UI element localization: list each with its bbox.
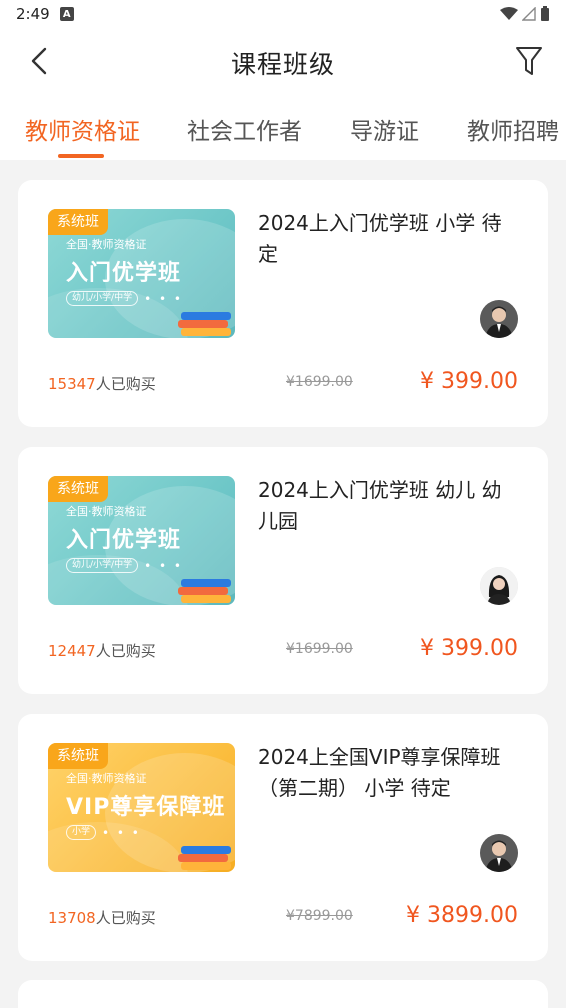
- course-card[interactable]: [18, 980, 548, 1008]
- cover-subtitle: 全国·教师资格证: [66, 238, 147, 251]
- category-tabs: 教师资格证 社会工作者 导游证 教师招聘: [0, 96, 566, 160]
- buyer-count: 15347人已购买: [48, 375, 156, 393]
- course-cover-image: 系统班 全国·教师资格证 VIP尊享保障班 小学 • • •: [48, 743, 235, 872]
- course-card[interactable]: 系统班 全国·教师资格证 入门优学班 幼儿/小学/中学 • • • 2024上入…: [18, 180, 548, 427]
- tab-teacher-qualification[interactable]: 教师资格证: [25, 112, 140, 146]
- cover-level-pill: 小学: [66, 825, 97, 840]
- buyer-count: 13708人已购买: [48, 909, 156, 927]
- cover-title: 入门优学班: [66, 261, 182, 286]
- cover-dots: • • •: [102, 825, 141, 840]
- course-type-tag: 系统班: [48, 743, 108, 769]
- page-title: 课程班级: [230, 50, 335, 79]
- cover-title: VIP尊享保障班: [66, 795, 226, 820]
- notification-icon: A: [59, 7, 74, 21]
- original-price: ¥1699.00: [286, 641, 353, 657]
- course-card[interactable]: 系统班 全国·教师资格证 VIP尊享保障班 小学 • • • 2024上全国VI…: [18, 714, 548, 961]
- original-price: ¥7899.00: [286, 908, 353, 924]
- sale-price: ¥ 3899.00: [406, 903, 518, 928]
- course-card[interactable]: 系统班 全国·教师资格证 入门优学班 幼儿/小学/中学 • • • 2024上入…: [18, 447, 548, 694]
- wifi-icon: [500, 7, 518, 20]
- course-title: 2024上全国VIP尊享保障班（第二期） 小学 待定: [258, 745, 501, 800]
- tab-teacher-recruitment[interactable]: 教师招聘: [467, 112, 559, 146]
- sale-price: ¥ 399.00: [420, 636, 518, 661]
- teacher-avatar: [480, 834, 518, 872]
- active-tab-indicator: [58, 154, 104, 158]
- course-title: 2024上入门优学班 小学 待定: [258, 211, 502, 266]
- teacher-avatar: [480, 567, 518, 605]
- signal-icon: [522, 7, 536, 21]
- original-price: ¥1699.00: [286, 374, 353, 390]
- books-icon: [177, 842, 231, 870]
- filter-icon: [516, 47, 542, 75]
- course-cover-image: 系统班 全国·教师资格证 入门优学班 幼儿/小学/中学 • • •: [48, 476, 235, 605]
- books-icon: [177, 308, 231, 336]
- cover-level-pill: 幼儿/小学/中学: [66, 291, 139, 306]
- battery-icon: [541, 6, 549, 21]
- buyer-count: 12447人已购买: [48, 642, 156, 660]
- cover-subtitle: 全国·教师资格证: [66, 505, 147, 518]
- course-title: 2024上入门优学班 幼儿 幼儿园: [258, 478, 502, 533]
- course-type-tag: 系统班: [48, 476, 108, 502]
- sale-price: ¥ 399.00: [420, 369, 518, 394]
- status-bar: 2:49 A: [0, 0, 566, 28]
- status-time: 2:49: [16, 5, 50, 23]
- books-icon: [177, 575, 231, 603]
- tab-social-worker[interactable]: 社会工作者: [187, 112, 302, 146]
- app-header: 课程班级: [0, 28, 566, 96]
- course-type-tag: 系统班: [48, 209, 108, 235]
- cover-dots: • • •: [144, 291, 183, 306]
- cover-dots: • • •: [144, 558, 183, 573]
- filter-button[interactable]: [512, 42, 546, 80]
- cover-level-pill: 幼儿/小学/中学: [66, 558, 139, 573]
- cover-subtitle: 全国·教师资格证: [66, 772, 147, 785]
- tab-tour-guide[interactable]: 导游证: [350, 112, 419, 146]
- course-cover-image: 系统班 全国·教师资格证 入门优学班 幼儿/小学/中学 • • •: [48, 209, 235, 338]
- cover-title: 入门优学班: [66, 528, 182, 553]
- teacher-avatar: [480, 300, 518, 338]
